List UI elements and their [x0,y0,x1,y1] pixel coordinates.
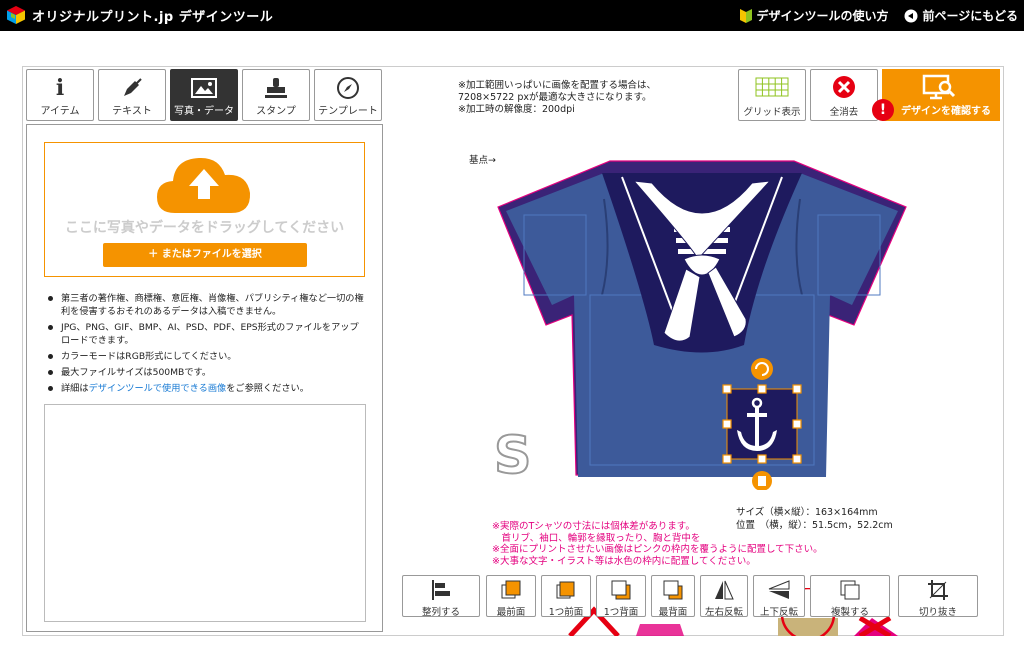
image-icon [171,74,237,102]
bring-forward-label: 1つ前面 [548,607,584,618]
size-value: ：163×164mm [805,507,878,518]
tab-label: スタンプ [256,106,296,117]
tab-label: 写真・データ [174,106,234,117]
send-back-button[interactable]: 最背面 [651,575,695,618]
close-circle-icon [811,70,877,104]
tab-photo[interactable]: 写真・データ [170,69,238,121]
image-preview-area [44,404,366,622]
info-line: ※加工範囲いっぱいに画像を配置する場合は、 [458,80,656,91]
align-icon [403,576,479,604]
tab-item[interactable]: i アイテム [26,69,94,121]
crop-button[interactable]: 切り抜き [898,575,978,618]
print-warnings: ※実際のTシャツの寸法には個体差があります。 首リブ、袖口、輪郭を縁取ったり、胸… [492,521,823,567]
flip-horizontal-label: 左右反転 [704,607,743,618]
tab-label: テキスト [112,106,152,117]
tab-label: テンプレート [318,106,378,117]
send-backward-button[interactable]: 1つ背面 [596,575,646,618]
upload-notes: 第三者の著作権、商標権、意匠権、肖像権、パブリシティ権など一切の権利を侵害するお… [46,292,366,398]
grid-icon [739,70,805,104]
drop-instruction: ここに写真やデータをドラッグしてください [64,220,345,236]
bring-front-label: 最前面 [496,607,526,618]
back-circle-icon [904,9,918,22]
send-to-back-icon [652,576,694,604]
back-label: 前ページにもどる [922,9,1018,23]
cloud-upload-icon [157,157,251,213]
align-label: 整列する [421,607,460,618]
logo[interactable]: オリジナルプリント.jp デザインツール [6,5,273,25]
logo-cube-icon [7,6,25,24]
size-indicator: S [493,425,532,487]
clear-all-button[interactable]: 全消去 [810,69,878,121]
info-icon: i [55,75,65,101]
grid-toggle-button[interactable]: グリッド表示 [738,69,806,121]
howto-link[interactable]: デザインツールの使い方 [740,7,888,24]
tab-label: アイテム [40,106,80,117]
note-detail-post: をご参照ください。 [226,383,309,394]
flip-vertical-button[interactable]: 上下反転 [753,575,805,618]
clear-label: 全消去 [829,107,859,118]
duplicate-label: 複製する [830,607,869,618]
note-item: JPG、PNG、GIF、BMP、AI、PSD、PDF、EPS形式のファイルをアッ… [46,321,366,347]
tshirt-canvas[interactable] [494,155,910,490]
note-item: 最大ファイルサイズは500MBです。 [46,366,366,379]
warning-line: ※全面にプリントさせたい画像はピンクの枠内を覆うように配置して下さい。 [492,544,823,555]
rotate-handle[interactable] [751,358,773,380]
flip-horizontal-icon [701,576,747,604]
plus-icon: ＋ [148,249,162,260]
origin-label: 基点→ [469,155,496,166]
tab-stamp[interactable]: スタンプ [242,69,310,121]
crop-icon [899,576,977,604]
info-line: 7208×5722 pxが最適な大きさになります。 [458,92,652,103]
note-item: カラーモードはRGB形式にしてください。 [46,350,366,363]
duplicate-button[interactable]: 複製する [810,575,890,618]
compass-icon [315,74,381,102]
top-bar: オリジナルプリント.jp デザインツール デザインツールの使い方 前ページにもど… [0,0,1024,31]
warning-line: ※大事な文字・イラスト等は水色の枠内に配置してください。 [492,555,756,567]
send-backward-icon [597,576,645,604]
back-link[interactable]: 前ページにもどる [904,7,1018,24]
confirm-design-button[interactable]: ! デザインを確認する [872,69,1000,121]
note-item: 詳細はデザインツールで使用できる画像をご参照ください。 [46,382,366,395]
send-back-label: 最背面 [658,607,688,618]
note-detail-pre: 詳細は [61,383,89,394]
warning-line: 首リブ、袖口、輪郭を縁取ったり、胸と背中を [492,532,701,544]
tool-tabs: i アイテム テキスト 写真・データ スタンプ テンプレート [26,69,382,121]
note-item: 第三者の著作権、商標権、意匠権、肖像権、パブリシティ権など一切の権利を侵害するお… [46,292,366,318]
select-file-button[interactable]: ＋ またはファイルを選択 [103,243,307,267]
upload-drop-zone[interactable]: ここに写真やデータをドラッグしてください ＋ またはファイルを選択 [44,142,365,277]
size-label: サイズ（横×縦） [736,507,806,518]
bring-front-button[interactable]: 最前面 [486,575,536,618]
flip-horizontal-button[interactable]: 左右反転 [700,575,748,618]
pen-icon [99,74,165,102]
howto-label: デザインツールの使い方 [756,9,889,23]
monitor-search-icon [922,74,956,100]
beginner-mark-icon [740,8,753,23]
info-line: ※加工時の解像度：200dpi [458,104,575,115]
bring-to-front-icon [487,576,535,604]
align-button[interactable]: 整列する [402,575,480,618]
usable-images-link[interactable]: デザインツールで使用できる画像 [89,383,227,394]
flip-vertical-label: 上下反転 [759,607,798,618]
grid-label: グリッド表示 [743,107,801,118]
duplicate-icon [811,576,889,604]
stamp-icon [243,74,309,102]
tab-template[interactable]: テンプレート [314,69,382,121]
crop-label: 切り抜き [918,607,957,618]
send-backward-label: 1つ背面 [603,607,639,618]
confirm-label: デザインを確認する [901,106,991,117]
flip-vertical-icon [754,576,804,604]
logo-text: オリジナルプリント.jp デザインツール [32,9,274,25]
canvas-info: ※加工範囲いっぱいに画像を配置する場合は、 7208×5722 pxが最適な大き… [458,80,656,116]
bring-forward-icon [542,576,590,604]
bring-forward-button[interactable]: 1つ前面 [541,575,591,618]
tab-text[interactable]: テキスト [98,69,166,121]
select-file-label: またはファイルを選択 [161,249,262,260]
warning-line: ※実際のTシャツの寸法には個体差があります。 [492,521,695,532]
